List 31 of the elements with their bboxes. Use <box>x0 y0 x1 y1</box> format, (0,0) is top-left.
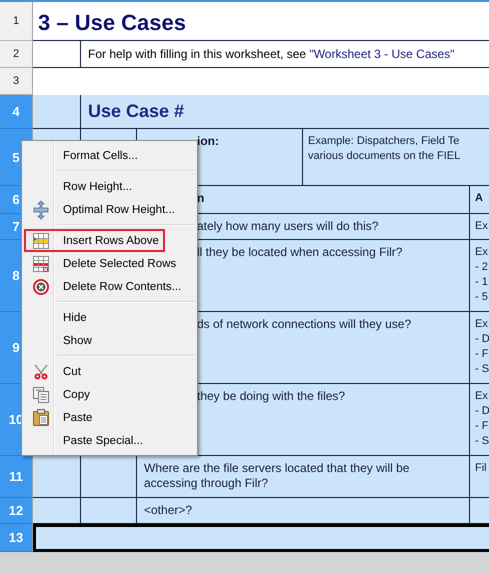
cell-text: Ex - D - F - S <box>475 389 489 449</box>
row-height-icon <box>32 200 50 220</box>
row-number[interactable]: 1 <box>0 2 33 41</box>
delete-icon <box>33 278 49 294</box>
help-text: For help with filling in this worksheet, see "Worksheet 3 - Use Cases" <box>87 46 454 61</box>
cell-text: Ex - D - F - S <box>475 317 489 377</box>
cell-text: Example: Dispatchers, Field Te various documents on the FIEL <box>308 134 460 164</box>
delete-rows-icon <box>33 256 49 272</box>
cell-text: n <box>197 191 204 206</box>
cell-text: <other>? <box>144 503 194 518</box>
row-number[interactable]: 2 <box>0 41 33 68</box>
cell-text: ately how many users will do this? <box>197 219 378 234</box>
scissors-icon <box>33 364 49 380</box>
row-number[interactable]: 3 <box>0 68 33 95</box>
insert-rows-icon <box>33 232 49 248</box>
cell-text: Ex - 2 - 1 - 5 <box>475 245 488 305</box>
copy-icon <box>33 386 49 402</box>
menu-item[interactable]: Insert Rows Above <box>24 229 165 252</box>
cell-text: Where are the file servers located that they will be accessing through Filr? <box>144 461 410 491</box>
cell-text: ll they be located when accessing Filr? <box>197 245 402 260</box>
sheet-title: 3 – Use Cases <box>37 9 186 36</box>
table-cell <box>33 456 81 498</box>
cell-text: A <box>475 191 483 206</box>
section-heading: Use Case # <box>87 100 184 122</box>
table-cell <box>33 498 81 524</box>
cell-text: Fil <box>475 461 487 476</box>
cell-text: they be doing with the files? <box>197 389 346 404</box>
cell-text: Ex <box>475 219 488 234</box>
clipboard-icon <box>33 409 49 426</box>
cell-text: ion: <box>197 134 219 149</box>
worksheet-link[interactable]: "Worksheet 3 - Use Cases" <box>309 47 454 61</box>
